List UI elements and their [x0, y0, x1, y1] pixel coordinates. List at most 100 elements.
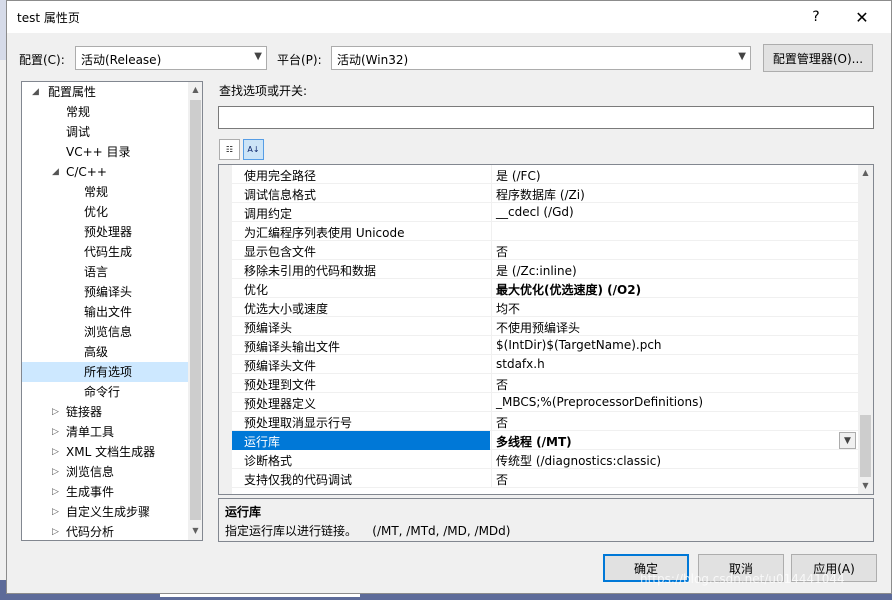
property-row[interactable]: 显示包含文件 否 — [232, 241, 858, 260]
property-name: 预编译头 — [244, 321, 293, 335]
tree-item-optimization[interactable]: 优化 — [84, 202, 108, 222]
alphabetical-sort-button[interactable]: A↓ — [243, 139, 264, 160]
property-value[interactable]: _MBCS;%(PreprocessorDefinitions) — [491, 393, 858, 412]
property-row[interactable]: 预编译头 不使用预编译头 — [232, 317, 858, 336]
expander-collapsed-icon[interactable]: ▷ — [52, 422, 59, 442]
help-button[interactable]: ? — [793, 1, 839, 33]
tree-item-code-analysis[interactable]: ▷ 代码分析 — [52, 522, 114, 540]
expander-collapsed-icon[interactable]: ▷ — [52, 402, 59, 422]
config-combo[interactable]: 活动(Release) ▼ — [75, 46, 267, 70]
scroll-up-icon[interactable]: ▲ — [858, 168, 873, 177]
config-label: 配置(C): — [19, 53, 65, 67]
expander-collapsed-icon[interactable]: ▷ — [52, 462, 59, 482]
tree-item-language[interactable]: 语言 — [84, 262, 108, 282]
search-label: 查找选项或开关: — [219, 84, 308, 98]
property-row[interactable]: 诊断格式 传统型 (/diagnostics:classic) — [232, 450, 858, 469]
tree-item-label: 浏览信息 — [84, 325, 133, 339]
expander-collapsed-icon[interactable]: ▷ — [52, 522, 59, 540]
property-row[interactable]: 预编译头输出文件 $(IntDir)$(TargetName).pch — [232, 336, 858, 355]
tree-item-command-line[interactable]: 命令行 — [84, 382, 120, 402]
property-value[interactable]: 均不 — [491, 298, 858, 317]
tree-item-general[interactable]: 常规 — [66, 102, 90, 122]
categorized-view-button[interactable]: ☷ — [219, 139, 240, 160]
property-row[interactable]: 调用约定 __cdecl (/Gd) — [232, 203, 858, 222]
tree-item-label: 生成事件 — [66, 485, 115, 499]
property-name: 优选大小或速度 — [244, 302, 329, 316]
tree-scroll-thumb[interactable] — [190, 100, 201, 520]
property-row[interactable]: 支持仅我的代码调试 否 — [232, 469, 858, 488]
scroll-up-icon[interactable]: ▲ — [188, 85, 202, 94]
expander-collapsed-icon[interactable]: ▷ — [52, 442, 59, 462]
description-panel: 运行库 指定运行库以进行链接。 (/MT, /MTd, /MD, /MDd) — [218, 498, 874, 542]
scroll-down-icon[interactable]: ▼ — [188, 526, 202, 535]
tree-item-all-options[interactable]: 所有选项 — [22, 362, 188, 382]
tree-item-config-properties[interactable]: ◢ 配置属性 — [32, 82, 96, 102]
expander-expanded-icon[interactable]: ◢ — [32, 82, 39, 102]
tree-item-build-events[interactable]: ▷ 生成事件 — [52, 482, 115, 502]
tree-item-label: 链接器 — [66, 405, 103, 419]
property-value[interactable]: 程序数据库 (/Zi) — [491, 184, 858, 203]
expander-expanded-icon[interactable]: ◢ — [52, 162, 59, 182]
property-row[interactable]: 使用完全路径 是 (/FC) — [232, 165, 858, 184]
tree-item-cpp-general[interactable]: 常规 — [84, 182, 108, 202]
tree-item-output-files[interactable]: 输出文件 — [84, 302, 132, 322]
property-grid[interactable]: 使用完全路径 是 (/FC) 调试信息格式 程序数据库 (/Zi) 调用约定 __cd… — [218, 164, 874, 495]
tree-scrollbar[interactable]: ▲ ▼ — [188, 82, 202, 540]
property-row[interactable]: 优选大小或速度 均不 — [232, 298, 858, 317]
property-row[interactable]: 优化 最大优化(优选速度) (/O2) — [232, 279, 858, 298]
tree-item-code-generation[interactable]: 代码生成 — [84, 242, 132, 262]
tree-item-xml-doc-generator[interactable]: ▷ XML 文档生成器 — [52, 442, 155, 462]
property-row[interactable]: 预编译头文件 stdafx.h — [232, 355, 858, 374]
config-manager-button[interactable]: 配置管理器(O)... — [763, 44, 873, 72]
grid-scroll-thumb[interactable] — [860, 415, 871, 477]
property-value[interactable]: 否 — [491, 412, 858, 431]
property-value[interactable]: $(IntDir)$(TargetName).pch — [491, 336, 858, 355]
property-value[interactable]: 是 (/Zc:inline) — [491, 260, 858, 279]
close-button[interactable]: ✕ — [839, 1, 885, 33]
expander-collapsed-icon[interactable]: ▷ — [52, 502, 59, 522]
tree-item-label: 常规 — [84, 185, 109, 199]
property-row-selected[interactable]: 运行库 多线程 (/MT) ▼ — [232, 431, 858, 450]
search-input[interactable] — [218, 106, 874, 129]
tree-item-preprocessor[interactable]: 预处理器 — [84, 222, 132, 242]
property-value[interactable]: 最大优化(优选速度) (/O2) — [491, 279, 858, 298]
chevron-down-icon: ▼ — [738, 51, 746, 62]
window-title: test 属性页 — [17, 11, 80, 25]
tree-item-vc-directories[interactable]: VC++ 目录 — [66, 142, 131, 162]
tree-item-advanced[interactable]: 高级 — [84, 342, 108, 362]
property-name: 使用完全路径 — [244, 169, 317, 183]
property-value[interactable] — [491, 222, 858, 241]
tree-item-browse-info[interactable]: ▷ 浏览信息 — [52, 462, 114, 482]
chevron-down-icon[interactable]: ▼ — [839, 432, 856, 449]
tree-item-label: 命令行 — [84, 385, 121, 399]
tree-item-manifest-tool[interactable]: ▷ 清单工具 — [52, 422, 114, 442]
property-row[interactable]: 预处理取消显示行号 否 — [232, 412, 858, 431]
property-value[interactable]: 否 — [491, 469, 858, 488]
property-row[interactable]: 调试信息格式 程序数据库 (/Zi) — [232, 184, 858, 203]
property-tree[interactable]: ◢ 配置属性 常规 调试 VC++ 目录 ◢ C/C++ 常规 优化 预处理器 … — [21, 81, 203, 541]
property-row[interactable]: 为汇编程序列表使用 Unicode — [232, 222, 858, 241]
property-value[interactable]: stdafx.h — [491, 355, 858, 374]
property-value[interactable]: 传统型 (/diagnostics:classic) — [491, 450, 858, 469]
tree-item-label: 自定义生成步骤 — [66, 505, 151, 519]
scroll-down-icon[interactable]: ▼ — [858, 481, 873, 490]
tree-item-linker[interactable]: ▷ 链接器 — [52, 402, 103, 422]
property-value[interactable]: 否 — [491, 374, 858, 393]
tree-item-debugging[interactable]: 调试 — [66, 122, 90, 142]
property-value[interactable]: 否 — [491, 241, 858, 260]
expander-collapsed-icon[interactable]: ▷ — [52, 482, 59, 502]
tree-item-precompiled-headers[interactable]: 预编译头 — [84, 282, 132, 302]
property-value[interactable]: 多线程 (/MT) — [491, 431, 858, 450]
property-row[interactable]: 预处理到文件 否 — [232, 374, 858, 393]
property-name: 预处理取消显示行号 — [244, 416, 353, 430]
platform-combo[interactable]: 活动(Win32) ▼ — [331, 46, 751, 70]
tree-item-custom-build-step[interactable]: ▷ 自定义生成步骤 — [52, 502, 151, 522]
property-row[interactable]: 移除未引用的代码和数据 是 (/Zc:inline) — [232, 260, 858, 279]
tree-item-browse-information[interactable]: 浏览信息 — [84, 322, 132, 342]
property-row[interactable]: 预处理器定义 _MBCS;%(PreprocessorDefinitions) — [232, 393, 858, 412]
property-value[interactable]: 是 (/FC) — [491, 165, 858, 184]
tree-item-cpp[interactable]: ◢ C/C++ — [52, 162, 107, 182]
property-value[interactable]: __cdecl (/Gd) — [491, 203, 858, 222]
property-value[interactable]: 不使用预编译头 — [491, 317, 858, 336]
grid-scrollbar[interactable]: ▲ ▼ — [858, 165, 873, 494]
